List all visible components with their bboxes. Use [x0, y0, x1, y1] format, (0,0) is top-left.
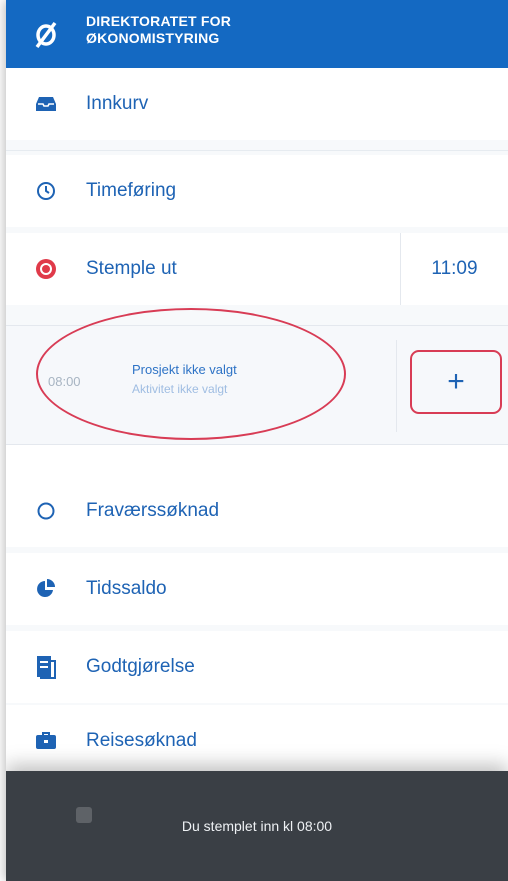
entry-activity[interactable]: Aktivitet ikke valgt	[132, 382, 227, 396]
menu-item-absence[interactable]: Fraværssøknad	[6, 475, 508, 547]
pie-chart-icon	[6, 579, 86, 599]
menu-label-timeentry: Timeføring	[86, 180, 177, 201]
menu-label-stamp-out: Stemple ut	[86, 258, 177, 279]
menu-item-timeentry[interactable]: Timeføring	[6, 155, 508, 227]
org-logo	[6, 19, 86, 49]
toast-message: Du stemplet inn kl 08:00	[181, 818, 333, 834]
org-name: DIREKTORATET FOR ØKONOMISTYRING	[86, 13, 231, 47]
app-header: DIREKTORATET FOR ØKONOMISTYRING	[6, 0, 508, 68]
time-entry-row[interactable]: 08:00 Prosjekt ikke valgt Aktivitet ikke…	[6, 325, 508, 445]
menu-item-stamp-out[interactable]: Stemple ut 11:09	[6, 233, 508, 305]
org-name-line1: DIREKTORATET FOR	[86, 13, 232, 29]
faded-menu-icon	[74, 805, 94, 828]
menu-item-reimbursement[interactable]: Godtgjørelse	[6, 631, 508, 703]
briefcase-icon	[6, 732, 86, 750]
add-entry-button[interactable]: +	[410, 350, 502, 414]
slashed-o-logo-icon	[35, 21, 57, 49]
circle-outline-icon	[6, 501, 86, 521]
spacer	[6, 445, 508, 475]
entry-separator	[396, 340, 397, 432]
menu-label-inbox: Innkurv	[86, 93, 149, 114]
menu-label-absence: Fraværssøknad	[86, 500, 220, 521]
record-stop-icon	[6, 258, 86, 280]
menu-label-balance: Tidssaldo	[86, 578, 167, 599]
menu-item-inbox[interactable]: Innkurv	[6, 68, 508, 140]
divider	[6, 150, 508, 151]
org-name-line2: ØKONOMISTYRING	[86, 30, 220, 46]
menu-label-reimbursement: Godtgjørelse	[86, 656, 195, 677]
stamp-time: 11:09	[400, 233, 508, 305]
inbox-icon	[6, 96, 86, 112]
clock-icon	[6, 181, 86, 201]
entry-start-time: 08:00	[48, 374, 81, 389]
menu-item-balance[interactable]: Tidssaldo	[6, 553, 508, 625]
app-frame: DIREKTORATET FOR ØKONOMISTYRING Innkurv …	[6, 0, 508, 881]
entry-project[interactable]: Prosjekt ikke valgt	[132, 362, 237, 377]
toast-notification: Du stemplet inn kl 08:00	[6, 771, 508, 881]
receipt-icon	[6, 655, 86, 679]
menu-item-travel[interactable]: Reisesøknad	[6, 705, 508, 777]
menu-label-travel: Reisesøknad	[86, 730, 197, 751]
